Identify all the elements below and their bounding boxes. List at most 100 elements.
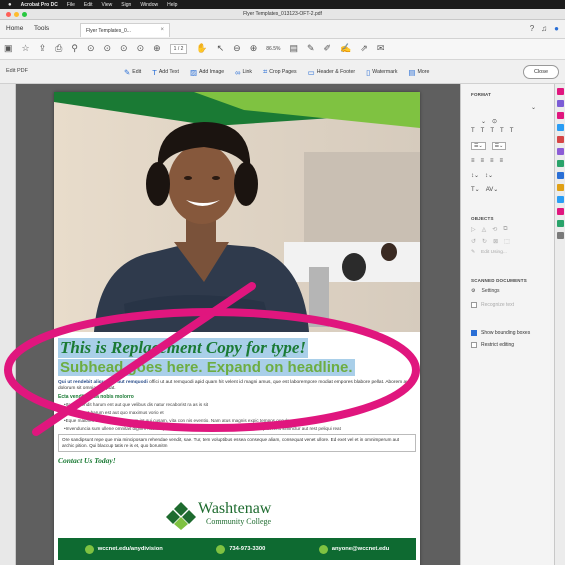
watermark-icon: ▯	[366, 67, 371, 77]
flyer-body-box[interactable]: Ore sandipsunt repe que mia minciposam r…	[58, 434, 416, 452]
restrict-editing-label: Restrict editing	[481, 342, 515, 348]
font-dropdown-chevron-icon[interactable]: ⌄	[531, 104, 536, 111]
help-icon[interactable]: ?	[530, 24, 534, 33]
align-row[interactable]: ≡ ≡ ≡ ≡	[471, 158, 503, 164]
flyer-bullet-list[interactable]: •Ita consendit harum ent aut que velibus…	[64, 402, 416, 432]
tool-shortcut-icon[interactable]	[557, 136, 564, 143]
pdf-page[interactable]: This is Replacement Copy for type! Subhe…	[54, 92, 420, 565]
list-style-row[interactable]: ☰⌄ ☰⌄	[471, 142, 507, 150]
close-button[interactable]: Close	[523, 65, 559, 79]
recognize-text-checkbox[interactable]: Recognize text	[471, 302, 514, 308]
tool-shortcut-icon[interactable]	[557, 172, 564, 179]
settings-row[interactable]: ⚙ Settings	[471, 288, 500, 294]
flyer-intro-bold: Qui ut rendebit aliquati ut aut remquodi	[58, 380, 148, 385]
watermark-button[interactable]: ▯ Watermark	[366, 68, 397, 77]
upload-icon[interactable]: ⇪	[39, 43, 47, 54]
menu-help[interactable]: Help	[167, 2, 177, 8]
font-size-row[interactable]: ⌄ ⊙	[481, 118, 497, 125]
share-icon[interactable]: ⇗	[360, 43, 368, 54]
recognize-text-label: Recognize text	[481, 302, 515, 308]
first-page-icon[interactable]: ⊙	[120, 43, 128, 54]
zoom-out-icon[interactable]: ⊖	[233, 43, 241, 54]
search-icon[interactable]: ⚲	[71, 43, 78, 54]
next-page-icon[interactable]: ⊙	[103, 43, 111, 54]
crop-pages-button[interactable]: ⌗ Crop Pages	[263, 67, 297, 77]
tab-tools[interactable]: Tools	[34, 25, 49, 32]
tab-document-label: Flyer Templates_0...	[86, 28, 131, 34]
object-arrange-row[interactable]: ▷ ◬ ⟲ ⧉	[471, 226, 508, 233]
edit-icon: ✎	[124, 67, 131, 77]
flyer-headline[interactable]: This is Replacement Copy for type!	[58, 338, 309, 358]
left-nav-panel[interactable]	[0, 84, 16, 565]
menu-file[interactable]: File	[67, 2, 75, 8]
bell-icon[interactable]: ♫	[541, 24, 547, 33]
pen-icon[interactable]: ✐	[324, 43, 332, 54]
print-icon[interactable]: ⎙	[55, 43, 62, 54]
add-image-button[interactable]: ▨ Add Image	[190, 68, 224, 77]
edit-button[interactable]: ✎ Edit	[124, 68, 141, 77]
tool-shortcut-icon[interactable]	[557, 184, 564, 191]
edit-using-row[interactable]: ✎ Edit Using...	[471, 250, 507, 255]
menu-window[interactable]: Window	[140, 2, 158, 8]
menu-sign[interactable]: Sign	[121, 2, 131, 8]
object-rotate-row[interactable]: ↺ ↻ ⊠ ⬚	[471, 238, 510, 245]
flyer-subhead[interactable]: Subhead goes here. Expand on headline.	[58, 359, 355, 376]
objects-heading: OBJECTS	[471, 216, 494, 221]
menu-view[interactable]: View	[102, 2, 113, 8]
tool-shortcut-icon[interactable]	[557, 88, 564, 95]
menu-edit[interactable]: Edit	[84, 2, 93, 8]
restrict-editing-checkbox[interactable]: Restrict editing	[471, 342, 514, 348]
tool-shortcut-icon[interactable]	[557, 208, 564, 215]
tool-shortcut-icon[interactable]	[557, 160, 564, 167]
phone-icon	[216, 544, 226, 554]
select-tool-icon[interactable]: ↖	[217, 43, 225, 54]
flyer-intro[interactable]: Qui ut rendebit aliquati ut aut remquodi…	[58, 380, 416, 392]
add-text-button[interactable]: T Add Text	[152, 68, 179, 77]
window-title: Flyer Templates_013123-OFT-2.pdf	[243, 11, 322, 17]
hero-photo	[54, 92, 420, 332]
tool-shortcut-icon[interactable]	[557, 100, 564, 107]
page-display-icon[interactable]: ▤	[289, 43, 298, 54]
link-button[interactable]: ∞ Link	[235, 68, 252, 77]
show-bounding-boxes-checkbox[interactable]: Show bounding boxes	[471, 330, 530, 336]
rotate-right-icon: ↻	[482, 239, 488, 245]
tool-shortcut-icon[interactable]	[557, 196, 564, 203]
page-number-field[interactable]: 1 / 2	[169, 43, 188, 54]
mac-menubar: ● Acrobat Pro DC File Edit View Sign Win…	[0, 0, 565, 9]
document-area: This is Replacement Copy for type! Subhe…	[16, 84, 460, 565]
spacing-row[interactable]: ↕⌄ ↕⌄	[471, 172, 493, 179]
rotate-icon[interactable]: ⊕	[153, 43, 161, 54]
close-tab-icon[interactable]: ×	[160, 27, 164, 33]
last-page-icon[interactable]: ⊙	[137, 43, 145, 54]
sign-icon[interactable]: ✍	[340, 43, 351, 54]
flyer-footer[interactable]: wccnet.edu/anydivision 734-973-3300 anyo…	[58, 538, 416, 560]
edit-label: Edit	[132, 69, 142, 75]
hand-tool-icon[interactable]: ✋	[196, 43, 207, 54]
menu-app-name[interactable]: Acrobat Pro DC	[21, 2, 58, 8]
flyer-text-block[interactable]: This is Replacement Copy for type! Subhe…	[58, 338, 416, 465]
color-picker-icon: ⊙	[492, 119, 498, 125]
sidebar-toggle-icon[interactable]: ▣	[4, 43, 13, 54]
flyer-list-heading[interactable]: Ecta vendita ipsa nobis molorro	[58, 394, 416, 400]
header-footer-button[interactable]: ▭ Header & Footer	[308, 68, 355, 77]
tool-shortcut-icon[interactable]	[557, 112, 564, 119]
tool-shortcut-icon[interactable]	[557, 124, 564, 131]
tool-shortcut-icon[interactable]	[557, 148, 564, 155]
text-style-row[interactable]: TTTTT	[471, 128, 513, 134]
mail-icon[interactable]: ✉	[377, 43, 385, 54]
apple-icon[interactable]: ●	[8, 2, 12, 8]
tool-shortcut-icon[interactable]	[557, 232, 564, 239]
zoom-level[interactable]: 86.5%	[266, 46, 280, 52]
avatar[interactable]: ●	[554, 24, 559, 33]
tool-shortcut-icon[interactable]	[557, 220, 564, 227]
tab-document[interactable]: Flyer Templates_0... ×	[80, 23, 170, 37]
scale-row[interactable]: T⌄ AV⌄	[471, 186, 498, 193]
more-button[interactable]: ▤ More	[408, 68, 429, 77]
arrange-icon: ⧉	[503, 226, 508, 232]
bookmark-star-icon[interactable]: ☆	[22, 43, 30, 54]
prev-page-icon[interactable]: ⊙	[87, 43, 95, 54]
comment-icon[interactable]: ✎	[307, 43, 315, 54]
flyer-cta[interactable]: Contact Us Today!	[58, 456, 416, 465]
zoom-in-icon[interactable]: ⊕	[250, 43, 258, 54]
tab-home[interactable]: Home	[6, 25, 23, 32]
